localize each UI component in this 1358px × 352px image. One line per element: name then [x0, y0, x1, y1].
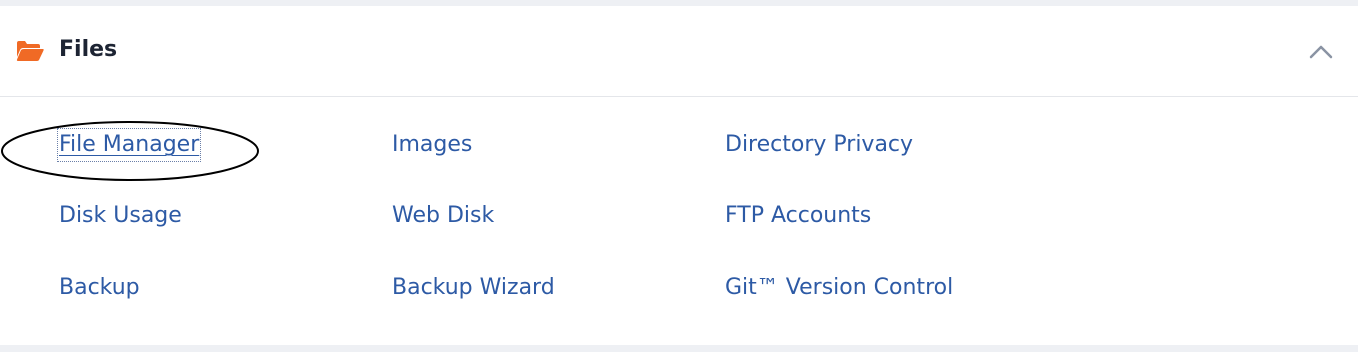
section-title: Files	[59, 37, 118, 62]
disk-usage-link[interactable]: Disk Usage	[59, 201, 182, 231]
files-panel-header[interactable]: Files	[0, 6, 1358, 97]
web-disk-link[interactable]: Web Disk	[392, 201, 494, 231]
backup-link[interactable]: Backup	[59, 273, 140, 303]
backup-wizard-link[interactable]: Backup Wizard	[392, 273, 555, 303]
images-link[interactable]: Images	[392, 130, 472, 160]
file-manager-link[interactable]: File Manager	[56, 128, 202, 162]
files-panel: Files File Manager Images Directory Priv…	[0, 6, 1358, 345]
ftp-accounts-link[interactable]: FTP Accounts	[725, 201, 871, 231]
chevron-up-icon[interactable]	[1304, 38, 1338, 62]
directory-privacy-link[interactable]: Directory Privacy	[725, 130, 913, 160]
git-version-control-link[interactable]: Git™ Version Control	[725, 273, 953, 303]
folder-open-icon	[16, 40, 44, 62]
